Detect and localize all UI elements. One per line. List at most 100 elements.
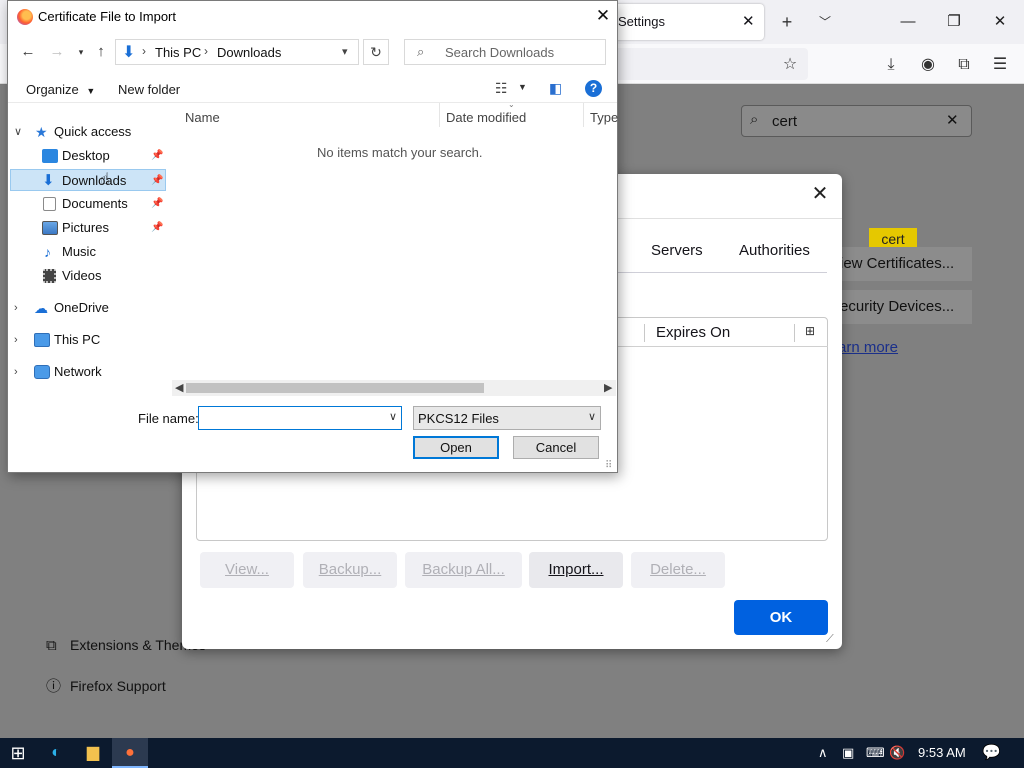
chevron-down-icon[interactable]: ∨: [389, 410, 397, 423]
star-icon: ★: [35, 124, 48, 140]
chevron-expanded-icon[interactable]: ∨: [14, 121, 22, 143]
tree-item-documents[interactable]: Documents 📌: [10, 193, 166, 215]
new-tab-icon[interactable]: +: [774, 8, 800, 36]
resize-grip-icon[interactable]: ⠿: [605, 460, 612, 471]
volume-muted-icon[interactable]: 🔇: [889, 738, 905, 768]
edge-browser-icon[interactable]: ◐: [38, 738, 74, 768]
music-note-icon: ♪: [44, 244, 51, 260]
column-date-modified[interactable]: Date modified: [446, 110, 526, 125]
dialog-close-icon[interactable]: ✕: [592, 5, 614, 27]
address-bar[interactable]: ⬇ › This PC › Downloads ▾: [115, 39, 359, 65]
show-hidden-icons-chevron-icon[interactable]: ∧: [818, 738, 828, 768]
cancel-button[interactable]: Cancel: [513, 436, 599, 459]
menu-icon[interactable]: ☰: [987, 52, 1013, 78]
backup-button[interactable]: Backup...: [303, 552, 397, 588]
tree-item-music[interactable]: ♪ Music: [10, 241, 166, 263]
view-options-icon[interactable]: ☷: [495, 80, 508, 97]
breadcrumb-downloads[interactable]: Downloads: [217, 45, 281, 60]
learn-more-link[interactable]: arn more: [838, 339, 898, 356]
chevron-right-icon[interactable]: ›: [14, 361, 18, 383]
chevron-right-icon[interactable]: ›: [14, 329, 18, 351]
tree-item-pictures[interactable]: Pictures 📌: [10, 217, 166, 239]
settings-search-input[interactable]: ⌕ cert ✕: [741, 105, 972, 137]
column-type[interactable]: Type: [590, 110, 618, 125]
open-button[interactable]: Open: [413, 436, 499, 459]
scrollbar-thumb[interactable]: [186, 383, 484, 393]
delete-button[interactable]: Delete...: [631, 552, 725, 588]
tree-item-videos[interactable]: Videos: [10, 265, 166, 287]
downloads-icon[interactable]: ⤓: [878, 52, 904, 78]
up-arrow-icon[interactable]: ↑: [89, 41, 113, 63]
forward-arrow-icon[interactable]: →: [45, 41, 69, 63]
pin-icon[interactable]: 📌: [151, 217, 163, 239]
restore-icon[interactable]: ❐: [934, 8, 974, 36]
tab-authorities[interactable]: Authorities: [739, 242, 810, 259]
tab-close-icon[interactable]: ✕: [742, 12, 755, 30]
account-icon[interactable]: ◉: [915, 52, 941, 78]
column-expires-on[interactable]: Expires On: [656, 324, 730, 341]
clock-time[interactable]: 9:53 AM: [918, 738, 966, 768]
cert-manager-close-icon[interactable]: ✕: [808, 182, 832, 206]
back-arrow-icon[interactable]: ←: [16, 41, 40, 63]
search-downloads-input[interactable]: ⌕ Search Downloads: [404, 39, 606, 65]
breadcrumb-chevron-icon[interactable]: ›: [142, 44, 146, 58]
tree-item-desktop[interactable]: Desktop 📌: [10, 145, 166, 167]
resize-grip-icon[interactable]: ⟋: [826, 633, 834, 646]
header-divider: [618, 346, 828, 347]
ok-button[interactable]: OK: [734, 600, 828, 635]
view-certificates-button[interactable]: iew Certificates...: [830, 247, 972, 281]
tree-quick-access[interactable]: ∨ ★ Quick access: [10, 121, 166, 143]
scroll-left-arrow-icon[interactable]: ◀: [175, 380, 183, 396]
chevron-down-icon[interactable]: ∨: [588, 410, 596, 423]
backup-all-button[interactable]: Backup All...: [405, 552, 522, 588]
help-icon[interactable]: ?: [585, 80, 602, 97]
refresh-icon[interactable]: ↻: [363, 39, 389, 65]
list-tabs-icon[interactable]: ﹀: [812, 8, 838, 36]
pin-icon[interactable]: 📌: [151, 193, 163, 215]
scroll-right-arrow-icon[interactable]: ▶: [604, 380, 612, 396]
view-button[interactable]: View...: [200, 552, 294, 588]
tree-item-downloads[interactable]: ⬇ Downloads 📌: [10, 169, 166, 191]
notifications-icon[interactable]: 💬: [982, 738, 1001, 768]
tree-label: Quick access: [54, 124, 132, 139]
firefox-taskbar-icon[interactable]: ●: [112, 738, 148, 768]
chevron-right-icon[interactable]: ›: [14, 297, 18, 319]
firefox-support-link[interactable]: ⓘ Firefox Support: [46, 675, 166, 696]
tab-servers[interactable]: Servers: [651, 242, 703, 259]
column-name[interactable]: Name: [185, 110, 220, 125]
sort-chevron-icon: ⌄: [508, 100, 515, 109]
window-close-icon[interactable]: ✕: [980, 8, 1020, 36]
clear-search-icon[interactable]: ✕: [946, 111, 959, 129]
organize-menu[interactable]: Organize ▼: [26, 82, 95, 97]
file-type-select[interactable]: PKCS12 Files ∨: [413, 406, 601, 430]
puzzle-icon: ⧉: [46, 637, 57, 654]
security-devices-button[interactable]: ecurity Devices...: [830, 290, 972, 324]
network-tray-icon[interactable]: ⌨: [866, 738, 885, 768]
minimize-icon[interactable]: —: [888, 8, 928, 36]
breadcrumb-chevron-icon[interactable]: ›: [204, 44, 208, 58]
tree-item-this-pc[interactable]: › This PC: [10, 329, 166, 351]
file-name-input[interactable]: ∨: [198, 406, 402, 430]
import-button[interactable]: Import...: [529, 552, 623, 588]
column-picker-icon[interactable]: ⊞: [805, 324, 815, 338]
file-explorer-icon[interactable]: ▆: [75, 738, 111, 768]
bookmark-star-icon[interactable]: ☆: [777, 52, 803, 78]
tree-item-onedrive[interactable]: › ☁ OneDrive: [10, 297, 166, 319]
search-value: cert: [772, 113, 798, 130]
extensions-icon[interactable]: ⧉: [951, 52, 977, 78]
pin-icon[interactable]: 📌: [151, 145, 163, 167]
pin-icon[interactable]: 📌: [151, 170, 163, 192]
horizontal-scrollbar[interactable]: ◀ ▶: [172, 380, 616, 396]
address-dropdown-chevron-icon[interactable]: ▾: [342, 45, 348, 58]
empty-results-message: No items match your search.: [317, 145, 483, 160]
start-windows-icon[interactable]: ⊞: [0, 738, 36, 768]
search-placeholder: Search Downloads: [445, 45, 555, 60]
preview-pane-icon[interactable]: ◧: [549, 80, 562, 97]
breadcrumb-this-pc[interactable]: This PC: [155, 45, 201, 60]
view-options-chevron-icon[interactable]: ▼: [518, 82, 527, 92]
new-folder-button[interactable]: New folder: [118, 82, 180, 97]
tree-item-network[interactable]: › Network: [10, 361, 166, 383]
tab-settings[interactable]: Settings ✕: [608, 4, 764, 40]
device-icon[interactable]: ▣: [842, 738, 854, 768]
dialog-titlebar[interactable]: Certificate File to Import ✕: [8, 1, 617, 33]
